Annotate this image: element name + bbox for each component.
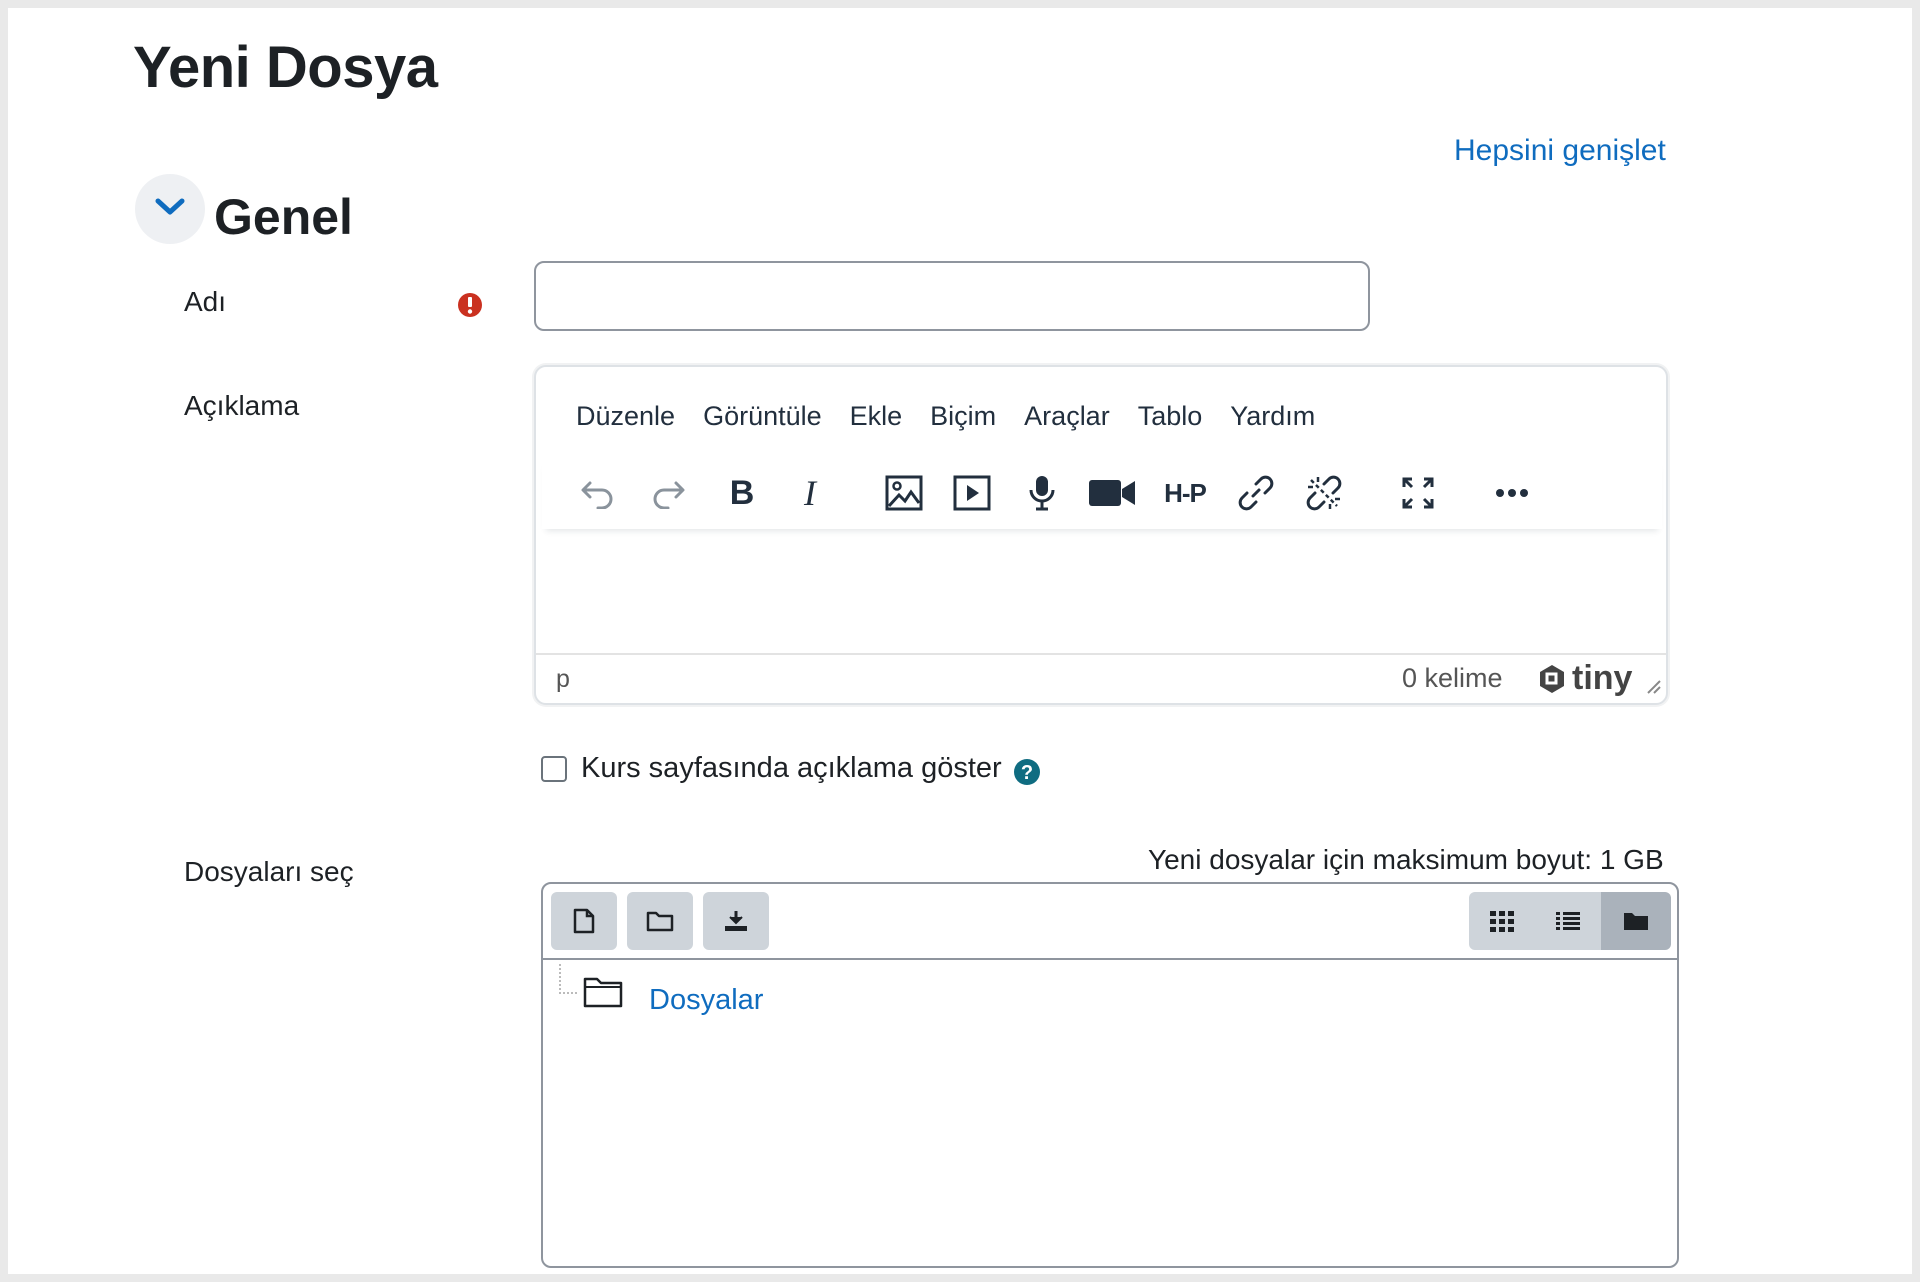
- svg-text:?: ?: [1021, 762, 1033, 784]
- bold-button[interactable]: B: [716, 467, 768, 519]
- video-camera-icon: [1089, 480, 1135, 506]
- editor-menubar: Düzenle Görüntüle Ekle Biçim Araçlar Tab…: [536, 389, 1329, 439]
- root-folder-link[interactable]: Dosyalar: [649, 984, 763, 1017]
- unlink-button[interactable]: [1298, 467, 1350, 519]
- element-path[interactable]: p: [556, 665, 570, 694]
- menu-insert[interactable]: Ekle: [836, 389, 917, 439]
- tree-connector: [559, 964, 577, 994]
- fullscreen-button[interactable]: [1392, 467, 1444, 519]
- media-icon: [953, 475, 991, 511]
- add-file-button[interactable]: [551, 892, 617, 950]
- h5p-icon: H-P: [1164, 477, 1207, 508]
- menu-help[interactable]: Yardım: [1216, 389, 1329, 439]
- menu-edit[interactable]: Düzenle: [536, 389, 689, 439]
- h5p-button[interactable]: H-P: [1154, 467, 1216, 519]
- tree-view-button[interactable]: [1601, 892, 1671, 950]
- tree-view-icon: [1624, 913, 1648, 930]
- list-view-button[interactable]: [1535, 892, 1601, 950]
- microphone-icon: [1029, 476, 1055, 511]
- image-icon: [885, 475, 923, 511]
- italic-icon: I: [804, 473, 816, 513]
- unlink-icon: [1306, 475, 1342, 511]
- select-files-label: Dosyaları seç: [184, 856, 354, 887]
- expand-all-link[interactable]: Hepsini genişlet: [1454, 134, 1666, 168]
- more-icon: [1496, 489, 1528, 497]
- show-description-checkbox[interactable]: [541, 756, 567, 782]
- download-icon: [725, 911, 747, 931]
- redo-button[interactable]: [642, 467, 694, 519]
- undo-button[interactable]: [572, 467, 624, 519]
- editor-content-area[interactable]: [542, 539, 1662, 649]
- fullscreen-icon: [1402, 477, 1434, 509]
- page-title: Yeni Dosya: [133, 35, 438, 100]
- italic-button[interactable]: I: [784, 467, 836, 519]
- name-input[interactable]: [534, 261, 1370, 331]
- new-file-icon: [573, 908, 595, 934]
- word-count[interactable]: 0 kelime: [1402, 663, 1503, 694]
- record-video-button[interactable]: [1082, 467, 1142, 519]
- section-collapse-button[interactable]: [135, 174, 205, 244]
- image-button[interactable]: [878, 467, 930, 519]
- redo-icon: [653, 481, 685, 509]
- section-title: Genel: [214, 189, 353, 245]
- view-switcher: [1469, 892, 1671, 950]
- media-button[interactable]: [946, 467, 998, 519]
- menu-tools[interactable]: Araçlar: [1010, 389, 1124, 439]
- resize-handle-icon[interactable]: [1646, 679, 1662, 700]
- new-folder-icon: [646, 911, 674, 932]
- menu-table[interactable]: Tablo: [1124, 389, 1217, 439]
- download-all-button[interactable]: [703, 892, 769, 950]
- tiny-logo[interactable]: tiny: [1536, 659, 1632, 698]
- file-manager-toolbar: [543, 884, 1677, 960]
- description-label: Açıklama: [184, 390, 300, 421]
- link-icon: [1238, 475, 1274, 511]
- menu-format[interactable]: Biçim: [916, 389, 1010, 439]
- required-icon: [457, 292, 483, 318]
- record-audio-button[interactable]: [1016, 467, 1068, 519]
- editor-toolbar: B I H-P: [542, 457, 1662, 529]
- rich-text-editor: Düzenle Görüntüle Ekle Biçim Araçlar Tab…: [534, 365, 1668, 705]
- show-description-label[interactable]: Kurs sayfasında açıklama göster: [581, 752, 1002, 785]
- bold-icon: B: [729, 473, 755, 512]
- undo-icon: [581, 481, 613, 509]
- folder-icon: [583, 976, 623, 1013]
- tiny-brand-icon: [1540, 664, 1564, 693]
- more-button[interactable]: [1486, 467, 1538, 519]
- file-manager: Dosyalar: [541, 882, 1679, 1268]
- link-button[interactable]: [1230, 467, 1282, 519]
- menu-view[interactable]: Görüntüle: [689, 389, 836, 439]
- tiny-brand-text: tiny: [1572, 659, 1633, 697]
- grid-view-icon: [1490, 911, 1514, 932]
- create-folder-button[interactable]: [627, 892, 693, 950]
- editor-statusbar: p 0 kelime tiny: [536, 653, 1666, 703]
- list-view-icon: [1556, 912, 1580, 930]
- max-size-text: Yeni dosyalar için maksimum boyut: 1 GB: [1148, 844, 1664, 875]
- name-label: Adı: [184, 286, 227, 317]
- chevron-down-icon: [155, 197, 185, 222]
- grid-view-button[interactable]: [1469, 892, 1535, 950]
- page-frame: Yeni Dosya Hepsini genişlet Genel Adı Aç…: [8, 8, 1912, 1274]
- help-icon[interactable]: ?: [1013, 758, 1041, 786]
